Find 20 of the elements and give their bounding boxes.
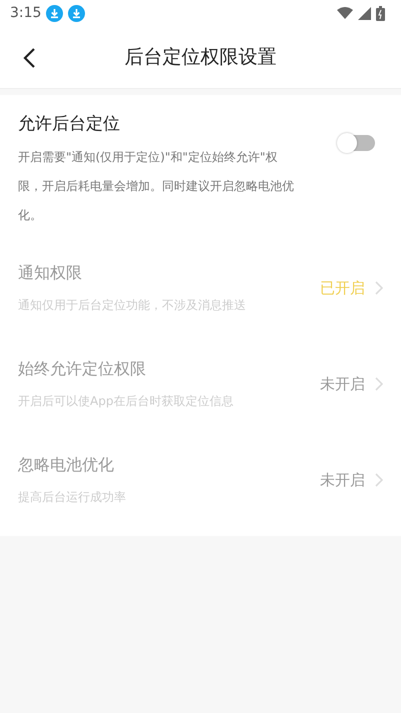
status-time: 3:15 [10, 5, 42, 21]
toggle-switch[interactable] [339, 135, 375, 151]
download-icon [46, 4, 64, 22]
setting-title: 允许后台定位 [18, 113, 121, 135]
permission-title: 通知权限 [18, 262, 83, 284]
chevron-icon [375, 281, 383, 295]
page-title: 后台定位权限设置 [124, 45, 276, 70]
download-icon [68, 4, 86, 22]
permission-title: 忽略电池优化 [18, 454, 115, 476]
permission-status: 未开启 [320, 374, 365, 394]
chevron-icon [375, 377, 383, 391]
back-icon [22, 48, 38, 68]
permission-title: 始终允许定位权限 [18, 358, 147, 380]
permission-status: 已开启 [320, 278, 365, 298]
signal-icon [358, 6, 371, 20]
battery-icon [376, 6, 385, 20]
setting-description: 开启需要"通知(仅用于定位)"和"定位始终允许"权限，开启后耗电量会增加。同时建议开启忽略电池优化。 [18, 149, 295, 224]
chevron-icon [375, 473, 383, 487]
wifi-icon [337, 7, 353, 19]
permission-status: 未开启 [320, 470, 365, 490]
